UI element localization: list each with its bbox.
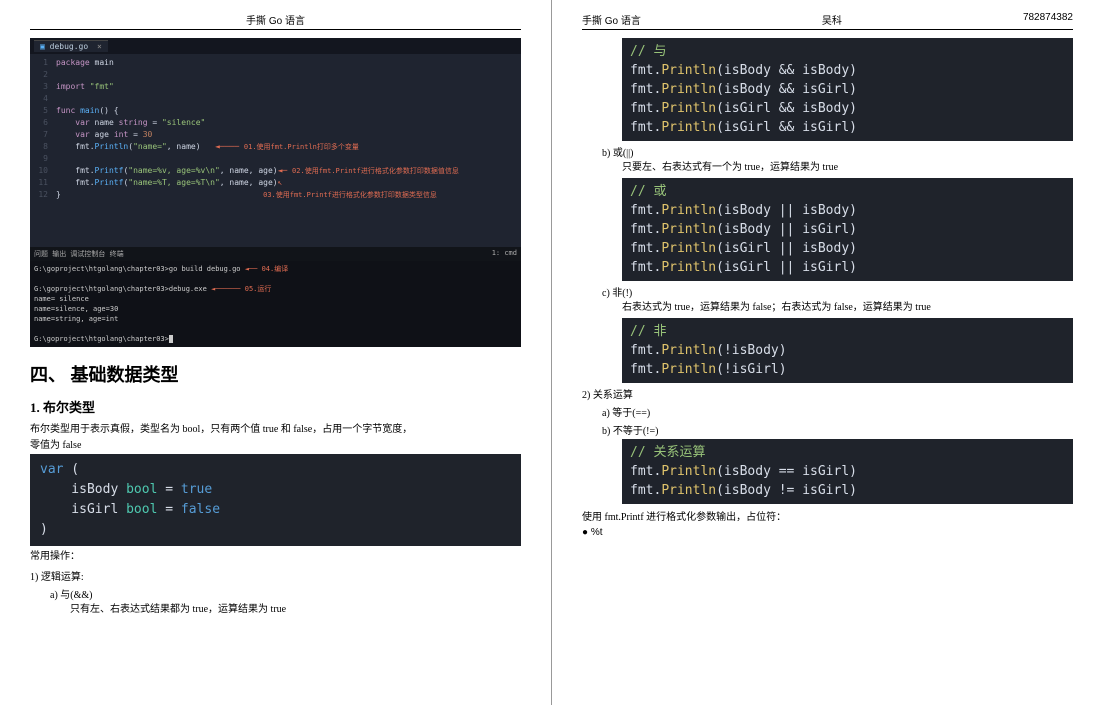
bullet-item: ● %t xyxy=(582,527,1073,538)
paragraph: 右表达式为 true，运算结果为 false；右表达式为 false，运算结果为… xyxy=(582,300,1073,316)
ide-tab-label: debug.go xyxy=(50,42,89,51)
code-wrap: // 非 fmt.Println(!isBody) fmt.Println(!i… xyxy=(582,318,1073,383)
list-item: a) 与(&&) xyxy=(30,586,521,601)
code-block-or: // 或 fmt.Println(isBody || isBody) fmt.P… xyxy=(622,178,1073,281)
text-line: 布尔类型用于表示真假，类型名为 bool，只有两个值 true 和 false，… xyxy=(30,424,412,435)
paragraph: 使用 fmt.Printf 进行格式化参数输出，占位符： xyxy=(582,510,1073,526)
code-block-var: var ( isBody bool = true isGirl bool = f… xyxy=(30,454,521,546)
annotation: 05.运行 xyxy=(245,285,272,293)
go-icon: ▣ xyxy=(40,42,45,51)
annotation: 03.使用fmt.Printf进行格式化参数打印数据类型信息 xyxy=(263,191,437,199)
code-wrap: // 与 fmt.Println(isBody && isBody) fmt.P… xyxy=(582,38,1073,141)
list-item: a) 等于(==) xyxy=(582,404,1073,419)
paragraph: 只要左、右表达式有一个为 true，运算结果为 true xyxy=(582,160,1073,176)
code-block-not: // 非 fmt.Println(!isBody) fmt.Println(!i… xyxy=(622,318,1073,383)
annotation: 04.编译 xyxy=(262,265,289,273)
subsection-heading: 1. 布尔类型 xyxy=(30,397,521,416)
terminal-session: 1: cmd xyxy=(492,249,517,259)
list-item: 1) 逻辑运算: xyxy=(30,568,521,583)
list-item: b) 不等于(!=) xyxy=(582,422,1073,437)
header-author: 吴科 xyxy=(822,12,842,27)
close-icon: × xyxy=(97,42,102,51)
code-wrap: // 关系运算 fmt.Println(isBody == isGirl) fm… xyxy=(582,439,1073,504)
page-header-right: 手撕 Go 语言 吴科 782874382 xyxy=(582,12,1073,30)
document-spread: 手撕 Go 语言 ▣ debug.go × 1package main 2 3i… xyxy=(0,0,1103,705)
annotation: 02.使用fmt.Printf进行格式化参数打印数据值信息 xyxy=(292,167,459,175)
page-right: 手撕 Go 语言 吴科 782874382 // 与 fmt.Println(i… xyxy=(552,0,1103,705)
code-block-and: // 与 fmt.Println(isBody && isBody) fmt.P… xyxy=(622,38,1073,141)
terminal-tabbar: 问题 输出 调试控制台 终端 1: cmd xyxy=(30,247,521,261)
ide-screenshot: ▣ debug.go × 1package main 2 3import "fm… xyxy=(30,38,521,347)
code-block-rel: // 关系运算 fmt.Println(isBody == isGirl) fm… xyxy=(622,439,1073,504)
paragraph: 只有左、右表达式结果都为 true，运算结果为 true xyxy=(30,602,521,618)
ide-tab: ▣ debug.go × xyxy=(34,40,108,52)
annotation: 01.使用fmt.Println打印多个变量 xyxy=(244,143,359,151)
ide-tabbar: ▣ debug.go × xyxy=(30,38,521,54)
code-editor: 1package main 2 3import "fmt" 4 5func ma… xyxy=(30,54,521,247)
page-header-left: 手撕 Go 语言 xyxy=(30,12,521,30)
header-id: 782874382 xyxy=(1023,12,1073,27)
code-wrap: // 或 fmt.Println(isBody || isBody) fmt.P… xyxy=(582,178,1073,281)
terminal-output: G:\goproject\htgolang\chapter03>go build… xyxy=(30,261,521,347)
list-item: c) 非(!) xyxy=(582,284,1073,299)
label: 常用操作： xyxy=(30,549,521,565)
paragraph: 布尔类型用于表示真假，类型名为 bool，只有两个值 true 和 false，… xyxy=(30,422,521,454)
list-item: b) 或(||) xyxy=(582,144,1073,159)
terminal-tabs: 问题 输出 调试控制台 终端 xyxy=(34,249,124,259)
section-heading: 四、 基础数据类型 xyxy=(30,361,521,387)
list-item: 2) 关系运算 xyxy=(582,386,1073,401)
header-title: 手撕 Go 语言 xyxy=(582,12,641,27)
page-left: 手撕 Go 语言 ▣ debug.go × 1package main 2 3i… xyxy=(0,0,551,705)
header-title: 手撕 Go 语言 xyxy=(246,12,305,27)
text-line: 零值为 false xyxy=(30,440,81,451)
